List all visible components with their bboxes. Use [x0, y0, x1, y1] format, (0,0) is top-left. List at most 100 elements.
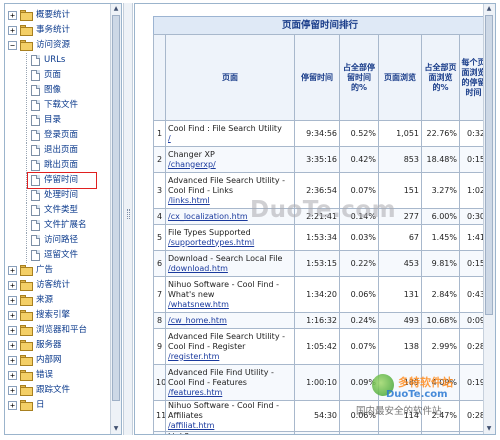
cell-views-pct: 6.00% — [421, 208, 460, 225]
tree-node-label: 访客统计 — [36, 280, 71, 290]
duote-logo-icon — [372, 374, 394, 396]
col-header-dwell-pct[interactable]: 占全部停留时间的% — [339, 34, 379, 121]
page-icon — [31, 100, 40, 111]
cell-views: 853 — [378, 146, 422, 173]
tree-child-item[interactable]: 逗留文件 — [31, 248, 121, 263]
table-row[interactable]: 10 Advanced File Find Utility - Cool Fin… — [153, 364, 488, 401]
col-header-dwell-time[interactable]: 停留时间 — [294, 34, 340, 121]
cell-views: 67 — [378, 224, 422, 251]
tree-expander-icon[interactable]: + — [8, 401, 17, 410]
tree-expander-icon[interactable]: + — [8, 356, 17, 365]
tree-node-label: 来源 — [36, 295, 54, 305]
tree-guide-line — [26, 248, 27, 263]
tree-node-label: 浏览器和平台 — [36, 325, 88, 335]
table-row[interactable]: 1 Cool Find : File Search Utility / 9:34… — [153, 120, 488, 147]
tree-guide-line — [26, 128, 27, 143]
splitter-grip-icon[interactable] — [127, 209, 130, 219]
tree-expander-icon[interactable]: + — [8, 11, 17, 20]
report-scroll-up-icon[interactable]: ▲ — [484, 4, 494, 14]
cell-time: 1:34:20 — [294, 276, 340, 313]
page-url-link[interactable]: /supportedtypes.html — [168, 238, 292, 248]
tree-child-item[interactable]: 访问路径 — [31, 233, 121, 248]
tree-expander-icon[interactable]: + — [8, 311, 17, 320]
tree-child-label: 跳出页面 — [44, 160, 79, 170]
page-cell: Cool Find : File Search Utility / — [165, 120, 295, 147]
report-scroll-down-icon[interactable]: ▼ — [484, 424, 494, 434]
cell-views-pct: 3.27% — [421, 172, 460, 209]
report-scroll-thumb[interactable] — [485, 15, 493, 315]
page-url-link[interactable]: /changerxp/ — [168, 160, 292, 170]
tree-expander-icon[interactable]: + — [8, 266, 17, 275]
tree-child-item[interactable]: 目录 — [31, 113, 121, 128]
page-url-link[interactable]: / — [168, 134, 292, 144]
col-header-page[interactable]: 页面 — [165, 34, 295, 121]
tree-expander-icon[interactable]: + — [8, 386, 17, 395]
table-row[interactable]: 8 /cw_home.htm 1:16:32 0.24% 493 10.68% 0:09 — [153, 312, 488, 329]
tree-scrollbar[interactable]: ▲ ▼ — [110, 4, 121, 434]
tree-expander-icon[interactable]: + — [8, 26, 17, 35]
page-url-link[interactable]: /register.htm — [168, 352, 292, 362]
table-row[interactable]: 3 Advanced File Search Utility - Cool Fi… — [153, 172, 488, 209]
cell-time: 1:53:15 — [294, 250, 340, 277]
pane-splitter[interactable] — [123, 3, 133, 435]
tree-child-item[interactable]: 页面 — [31, 68, 121, 83]
table-row[interactable]: 2 Changer XP /changerxp/ 3:35:16 0.42% 853… — [153, 146, 488, 173]
tree-expander-icon[interactable]: + — [8, 281, 17, 290]
tree-child-item[interactable]: 下载文件 — [31, 98, 121, 113]
tree-child-item[interactable]: 文件类型 — [31, 203, 121, 218]
page-url-link[interactable]: /whatsnew.htm — [168, 300, 292, 310]
row-index: 1 — [153, 120, 166, 147]
tree-child-item[interactable]: 登录页面 — [31, 128, 121, 143]
scroll-down-arrow-icon[interactable]: ▼ — [111, 424, 121, 434]
tree-expander-icon[interactable]: + — [8, 326, 17, 335]
table-row[interactable]: 7 Nihuo Software - Cool Find - What's ne… — [153, 276, 488, 313]
tree-child-item[interactable]: 跳出页面 — [31, 158, 121, 173]
page-cell: Nihuo Software - Cool Find - What's new … — [165, 276, 295, 313]
cell-views: 1,051 — [378, 120, 422, 147]
table-row[interactable]: 5 File Types Supported /supportedtypes.h… — [153, 224, 488, 251]
tree-expander-icon[interactable]: + — [8, 371, 17, 380]
row-index: 10 — [153, 364, 166, 401]
cell-time: 1:00:10 — [294, 364, 340, 401]
cell-views-pct: 10.68% — [421, 312, 460, 329]
scroll-thumb[interactable] — [112, 15, 120, 401]
page-url-link[interactable]: /cw_home.htm — [168, 316, 292, 326]
page-url-link[interactable]: /affiliat.htm — [168, 421, 292, 431]
tree-expander-icon[interactable]: + — [8, 341, 17, 350]
page-title: Nihuo Software - Cool Find - What's new — [168, 279, 279, 299]
cell-views: 151 — [378, 172, 422, 209]
tree-expander-icon[interactable]: − — [8, 41, 17, 50]
page-cell: /cw_home.htm — [165, 312, 295, 329]
page-cell: Download - Search Local File /download.h… — [165, 250, 295, 277]
page-url-link[interactable]: /links.html — [168, 196, 292, 206]
page-url-link[interactable]: /cx_localization.htm — [168, 212, 292, 222]
tree-child-item[interactable]: 文件扩展名 — [31, 218, 121, 233]
report-scrollbar[interactable]: ▲ ▼ — [483, 4, 495, 434]
cell-time: 2:36:54 — [294, 172, 340, 209]
table-row[interactable]: 12 Link2us /link2us.htm 46:060.03% — [153, 431, 488, 434]
table-header-row: 页面 停留时间 占全部停留时间的% 页面浏览 占全部页面浏览的% 每个页面浏览的… — [153, 34, 488, 121]
tree-expander-icon[interactable]: + — [8, 296, 17, 305]
page-url-link[interactable]: /features.htm — [168, 388, 292, 398]
col-header-page-views[interactable]: 页面浏览 — [378, 34, 422, 121]
table-row[interactable]: 6 Download - Search Local File /download… — [153, 250, 488, 277]
cell-time-pct: 0.07% — [339, 328, 379, 365]
cell-views-pct: 18.48% — [421, 146, 460, 173]
col-header-views-pct[interactable]: 占全部页面浏览的% — [421, 34, 460, 121]
tree-child-item[interactable]: 退出页面 — [31, 143, 121, 158]
table-row[interactable]: 4 /cx_localization.htm 2:21:41 0.14% 277 6.… — [153, 208, 488, 225]
table-row[interactable]: 9 Advanced File Search Utility - Cool Fi… — [153, 328, 488, 365]
scroll-up-arrow-icon[interactable]: ▲ — [111, 4, 121, 14]
cell-time: 9:34:56 — [294, 120, 340, 147]
page-icon — [31, 250, 40, 261]
tree-guide-line — [26, 98, 27, 113]
tree-child-item[interactable]: URLs — [31, 53, 121, 68]
tree-node-label: 内部网 — [36, 355, 62, 365]
cell-time: 3:35:16 — [294, 146, 340, 173]
tree-child-label: 页面 — [44, 70, 62, 80]
tree-child-item[interactable]: 处理时间 — [31, 188, 121, 203]
page-url-link[interactable]: /download.htm — [168, 264, 292, 274]
table-row[interactable]: 11 Nihuo Software - Cool Find - Affiliat… — [153, 400, 488, 432]
tree-child-item[interactable]: 图像 — [31, 83, 121, 98]
tree-child-label: 文件扩展名 — [44, 220, 87, 230]
